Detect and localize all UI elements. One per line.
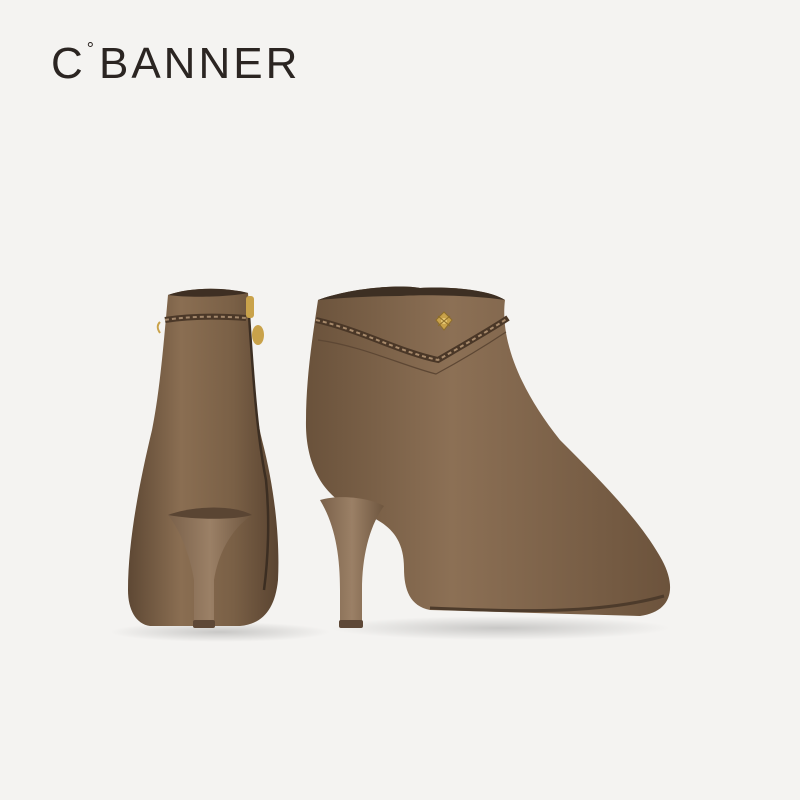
right-boot [305, 286, 671, 628]
product-photo [110, 286, 671, 642]
left-boot [128, 288, 279, 628]
